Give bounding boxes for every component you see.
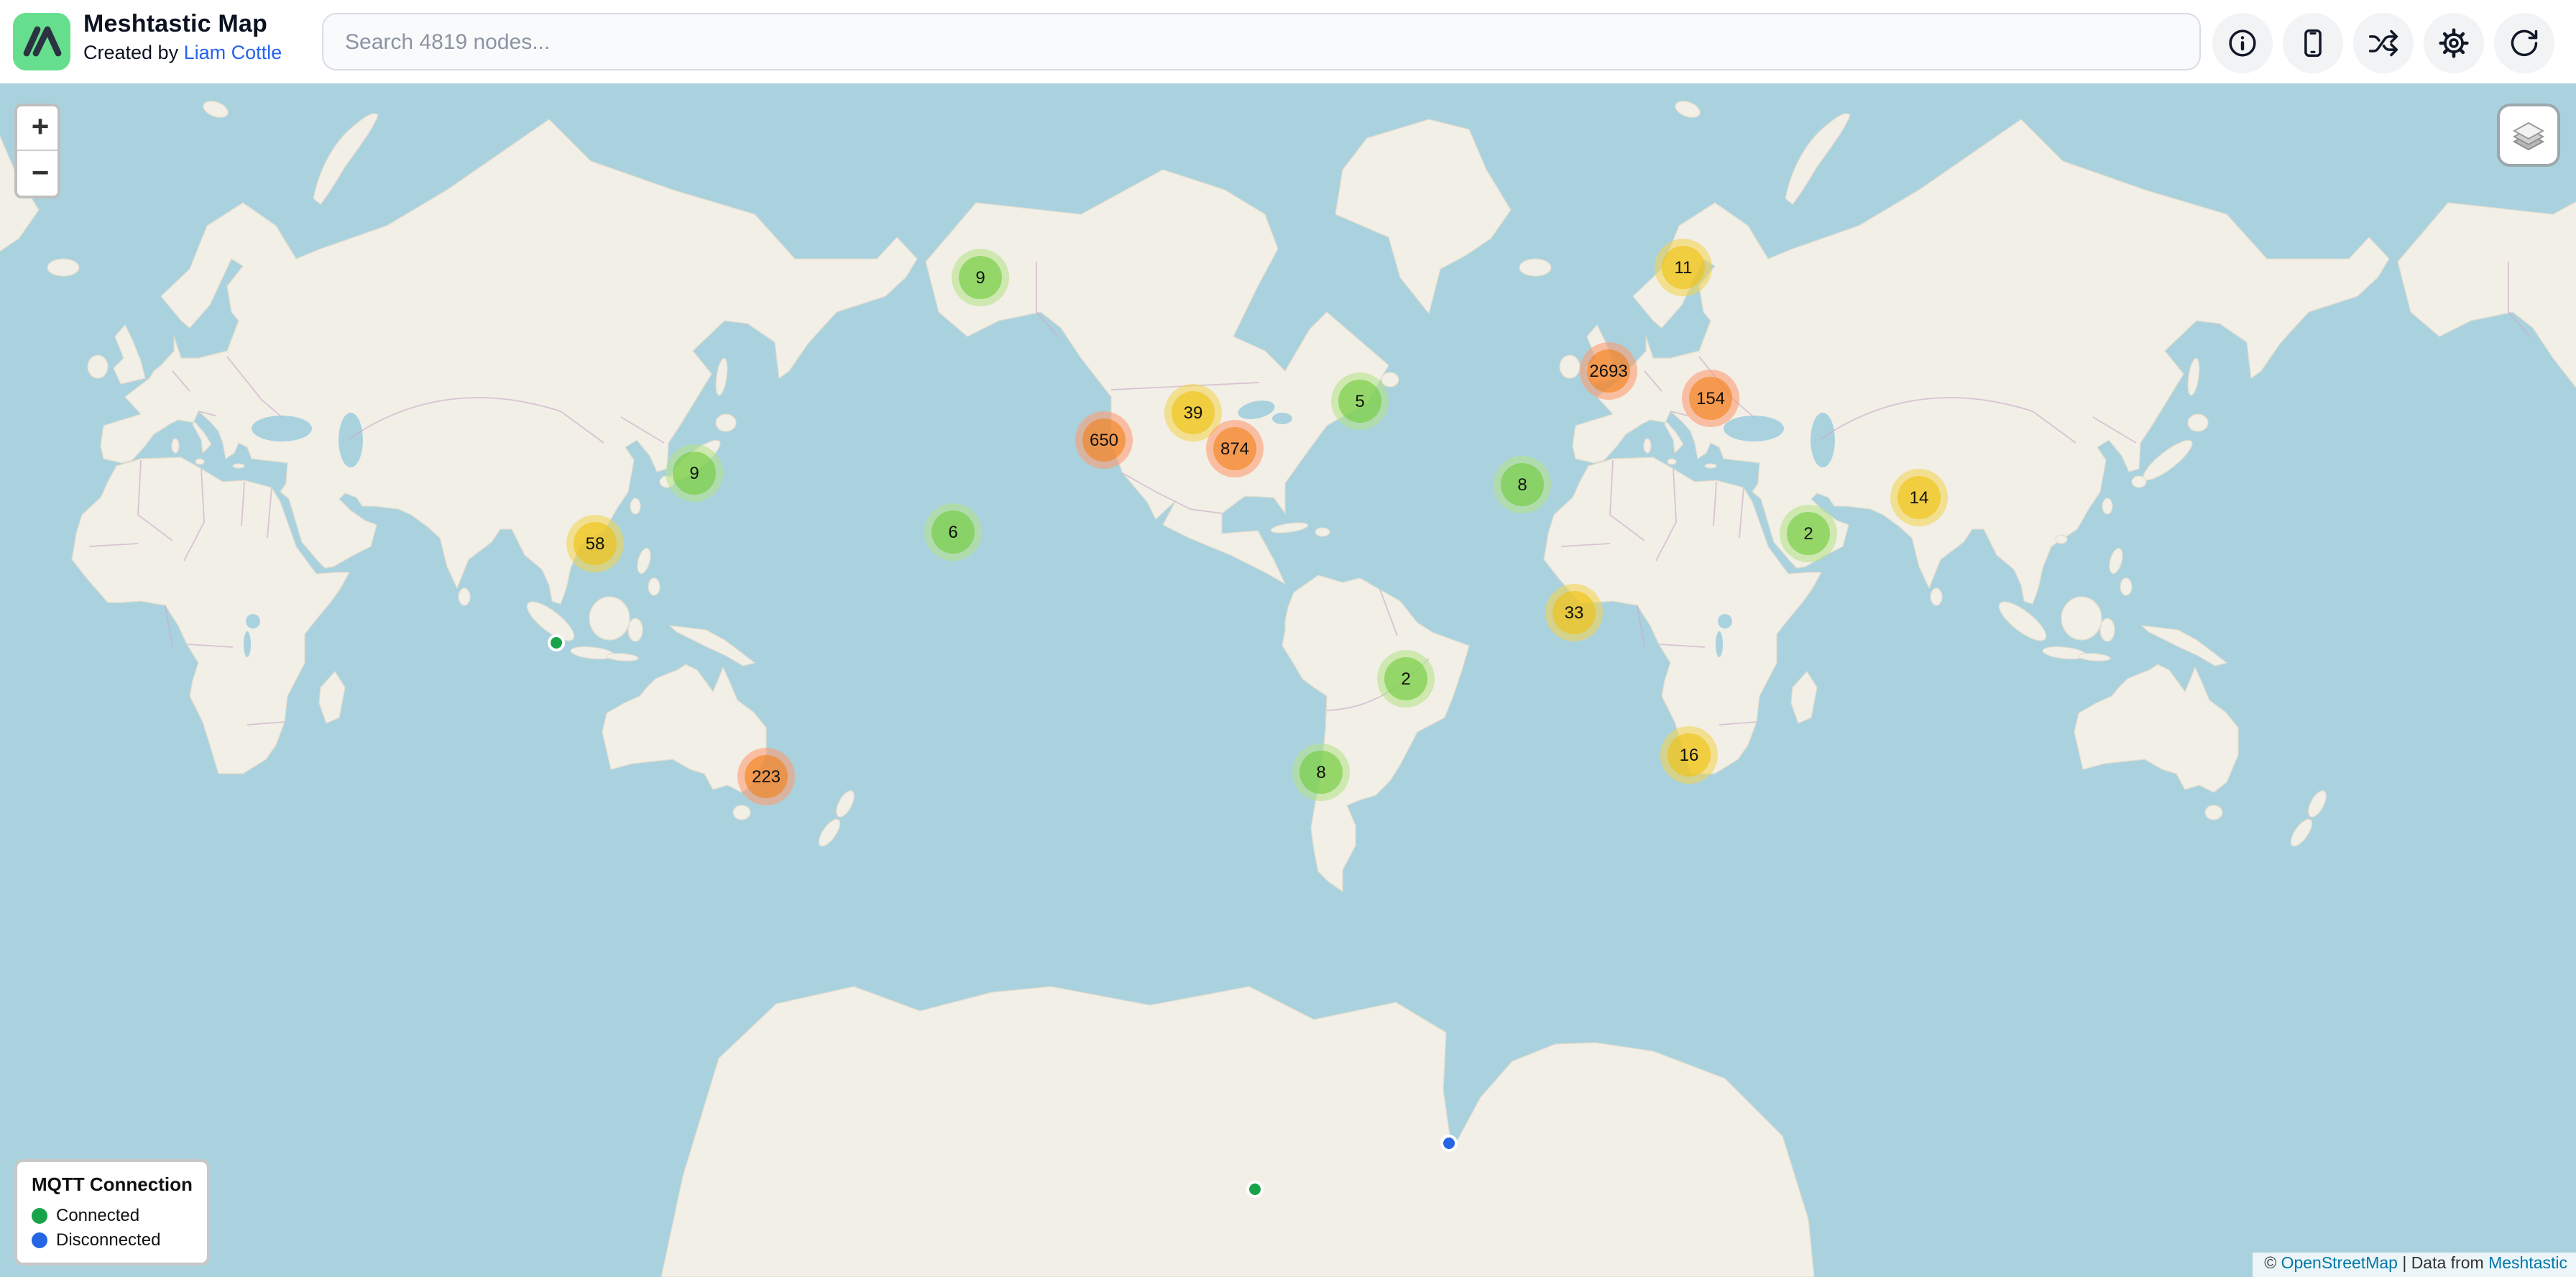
cluster-marker[interactable]: 9 bbox=[666, 444, 723, 502]
legend-item-label: Connected bbox=[56, 1205, 139, 1225]
refresh-icon bbox=[2508, 27, 2540, 59]
layers-control[interactable] bbox=[2497, 104, 2560, 167]
cluster-marker[interactable]: 154 bbox=[1682, 370, 1739, 427]
shuffle-icon bbox=[2368, 27, 2399, 59]
cluster-count: 33 bbox=[1565, 603, 1584, 623]
node-marker-disconnected[interactable] bbox=[1440, 1135, 1458, 1152]
header-buttons bbox=[2212, 13, 2554, 73]
cluster-count: 223 bbox=[752, 766, 781, 787]
cluster-marker[interactable]: 650 bbox=[1075, 411, 1133, 469]
author-link[interactable]: Liam Cottle bbox=[184, 41, 282, 63]
cluster-marker[interactable]: 2693 bbox=[1580, 342, 1637, 400]
cluster-count: 6 bbox=[948, 522, 957, 542]
cluster-count: 39 bbox=[1184, 403, 1203, 423]
settings-button[interactable] bbox=[2424, 13, 2484, 73]
cluster-marker[interactable]: 8 bbox=[1494, 456, 1551, 513]
legend-item-disconnected: Disconnected bbox=[32, 1230, 193, 1250]
cluster-marker[interactable]: 2 bbox=[1780, 505, 1837, 562]
map-attribution: © OpenStreetMap | Data from Meshtastic bbox=[2253, 1253, 2576, 1277]
legend-item-label: Disconnected bbox=[56, 1230, 160, 1250]
legend-item-connected: Connected bbox=[32, 1205, 193, 1225]
cluster-marker[interactable]: 16 bbox=[1660, 726, 1718, 784]
meshtastic-logo bbox=[13, 13, 70, 70]
zoom-control: + − bbox=[14, 104, 60, 198]
random-node-button[interactable] bbox=[2353, 13, 2414, 73]
cluster-marker[interactable]: 9 bbox=[952, 249, 1009, 306]
brand-block: Meshtastic Map Created by Liam Cottle bbox=[83, 12, 282, 64]
cluster-count: 2693 bbox=[1589, 361, 1627, 381]
cluster-count: 9 bbox=[975, 267, 985, 288]
cluster-marker[interactable]: 14 bbox=[1890, 469, 1948, 526]
layers-icon bbox=[2508, 115, 2549, 155]
cluster-marker[interactable]: 874 bbox=[1206, 420, 1264, 477]
cluster-count: 154 bbox=[1696, 388, 1725, 408]
cluster-marker[interactable]: 5 bbox=[1331, 372, 1389, 430]
cluster-count: 9 bbox=[689, 463, 699, 483]
world-map[interactable] bbox=[0, 83, 2576, 1277]
refresh-button[interactable] bbox=[2494, 13, 2554, 73]
zoom-out-button[interactable]: − bbox=[17, 151, 60, 196]
meshtastic-map-app: 9 39 650 874 5 11 2693 154 8 2 14 33 16 2 8 9 58 6 223 + −… bbox=[0, 0, 2576, 1277]
meshtastic-link[interactable]: Meshtastic bbox=[2488, 1255, 2567, 1273]
cluster-count: 650 bbox=[1090, 430, 1118, 450]
cluster-count: 8 bbox=[1316, 762, 1325, 782]
info-icon bbox=[2227, 27, 2258, 59]
copyright-text: © bbox=[2264, 1255, 2281, 1273]
node-marker-connected[interactable] bbox=[1246, 1181, 1264, 1198]
mobile-app-button[interactable] bbox=[2283, 13, 2343, 73]
mqtt-connection-legend: MQTT Connection Connected Disconnected bbox=[14, 1159, 210, 1265]
cluster-count: 2 bbox=[1401, 669, 1410, 689]
info-button[interactable] bbox=[2212, 13, 2273, 73]
cluster-marker[interactable]: 6 bbox=[924, 503, 982, 561]
settings-icon bbox=[2438, 27, 2470, 59]
zoom-in-button[interactable]: + bbox=[17, 106, 60, 151]
search-input[interactable] bbox=[322, 13, 2201, 70]
cluster-marker[interactable]: 11 bbox=[1655, 239, 1712, 296]
cluster-count: 11 bbox=[1675, 257, 1693, 278]
openstreetmap-link[interactable]: OpenStreetMap bbox=[2281, 1255, 2398, 1273]
cluster-count: 16 bbox=[1680, 745, 1699, 765]
cluster-marker[interactable]: 223 bbox=[737, 748, 795, 805]
data-from-text: | Data from bbox=[2398, 1255, 2488, 1273]
byline: Created by Liam Cottle bbox=[83, 42, 282, 64]
cluster-count: 2 bbox=[1803, 523, 1813, 544]
cluster-count: 5 bbox=[1355, 391, 1364, 411]
legend-title: MQTT Connection bbox=[32, 1173, 193, 1195]
disconnected-swatch bbox=[32, 1232, 47, 1248]
byline-prefix: Created by bbox=[83, 41, 184, 63]
cluster-count: 14 bbox=[1910, 488, 1929, 508]
cluster-marker[interactable]: 8 bbox=[1292, 743, 1350, 801]
cluster-count: 58 bbox=[586, 534, 605, 554]
smartphone-icon bbox=[2297, 27, 2329, 59]
node-marker-connected[interactable] bbox=[548, 634, 565, 651]
cluster-marker[interactable]: 58 bbox=[566, 515, 624, 572]
connected-swatch bbox=[32, 1207, 47, 1223]
cluster-count: 874 bbox=[1220, 439, 1249, 459]
cluster-marker[interactable]: 2 bbox=[1377, 650, 1435, 708]
cluster-count: 8 bbox=[1517, 475, 1527, 495]
map-tiles bbox=[0, 83, 2576, 1277]
cluster-marker[interactable]: 33 bbox=[1545, 584, 1603, 641]
mountain-glyph-icon bbox=[13, 13, 70, 70]
top-bar: Meshtastic Map Created by Liam Cottle bbox=[0, 0, 2576, 83]
page-title: Meshtastic Map bbox=[83, 12, 282, 38]
